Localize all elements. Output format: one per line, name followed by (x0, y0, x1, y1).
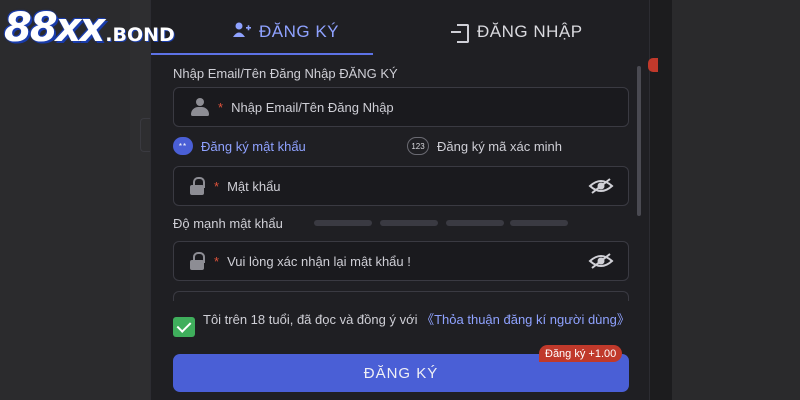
lock-icon (190, 252, 206, 270)
email-field[interactable]: * Nhập Email/Tên Đăng Nhập (173, 87, 629, 127)
strength-segment (446, 220, 504, 226)
terms-agreement: Tôi trên 18 tuổi, đã đọc và đồng ý với 《… (173, 311, 633, 337)
option-code-label: Đăng ký mã xác minh (437, 138, 562, 154)
scrollbar[interactable] (637, 66, 641, 216)
password-field[interactable]: * Mật khẩu (173, 166, 629, 206)
strength-segment (314, 220, 372, 226)
confirm-password-placeholder: Vui lòng xác nhận lại mật khẩu ! (227, 253, 411, 269)
eye-slash-icon[interactable] (588, 252, 614, 270)
terms-link[interactable]: 《Thỏa thuận đăng kí người dùng》 (421, 312, 630, 327)
account-label: Nhập Email/Tên Đăng Nhập ĐĂNG KÝ (173, 66, 398, 81)
page-backdrop-right (650, 0, 800, 400)
notification-dot (648, 58, 658, 72)
login-icon (451, 23, 469, 43)
tab-register[interactable]: ĐĂNG KÝ (233, 18, 339, 46)
required-mark: * (218, 99, 224, 115)
email-placeholder: Nhập Email/Tên Đăng Nhập (231, 99, 394, 115)
tab-register-label: ĐĂNG KÝ (259, 22, 340, 41)
tab-login-label: ĐĂNG NHẬP (477, 22, 583, 41)
register-modal: ĐĂNG KÝ ĐĂNG NHẬP Nhập Email/Tên Đăng Nh… (150, 0, 658, 400)
logo-suffix: .BOND (105, 24, 175, 46)
add-user-icon (233, 22, 251, 43)
terms-checkbox[interactable] (173, 317, 195, 337)
user-icon (190, 98, 210, 116)
code-option-badge: 123 (407, 137, 429, 155)
terms-text: Tôi trên 18 tuổi, đã đọc và đồng ý với 《… (203, 311, 630, 337)
strength-segment (380, 220, 438, 226)
password-placeholder: Mật khẩu (227, 178, 281, 194)
option-code-register[interactable]: 123 Đăng ký mã xác minh (407, 137, 562, 155)
option-password-register[interactable]: ** Đăng ký mật khẩu (173, 137, 306, 155)
next-field-edge (173, 291, 629, 301)
site-logo[interactable]: 88xx .BOND (0, 0, 230, 56)
logo-text: 88xx (4, 5, 105, 51)
page-backdrop-left (0, 0, 130, 400)
tab-login[interactable]: ĐĂNG NHẬP (451, 18, 583, 46)
lock-icon (190, 177, 206, 195)
password-strength-label: Độ mạnh mật khẩu (173, 216, 283, 231)
strength-segment (510, 220, 568, 226)
register-bonus-badge: Đăng ký +1.00 (539, 345, 623, 362)
confirm-password-field[interactable]: * Vui lòng xác nhận lại mật khẩu ! (173, 241, 629, 281)
terms-statement: Tôi trên 18 tuổi, đã đọc và đồng ý với (203, 312, 418, 327)
required-mark: * (214, 253, 220, 269)
password-option-badge: ** (173, 137, 193, 155)
required-mark: * (214, 178, 220, 194)
option-password-label: Đăng ký mật khẩu (201, 138, 306, 154)
eye-slash-icon[interactable] (588, 177, 614, 195)
